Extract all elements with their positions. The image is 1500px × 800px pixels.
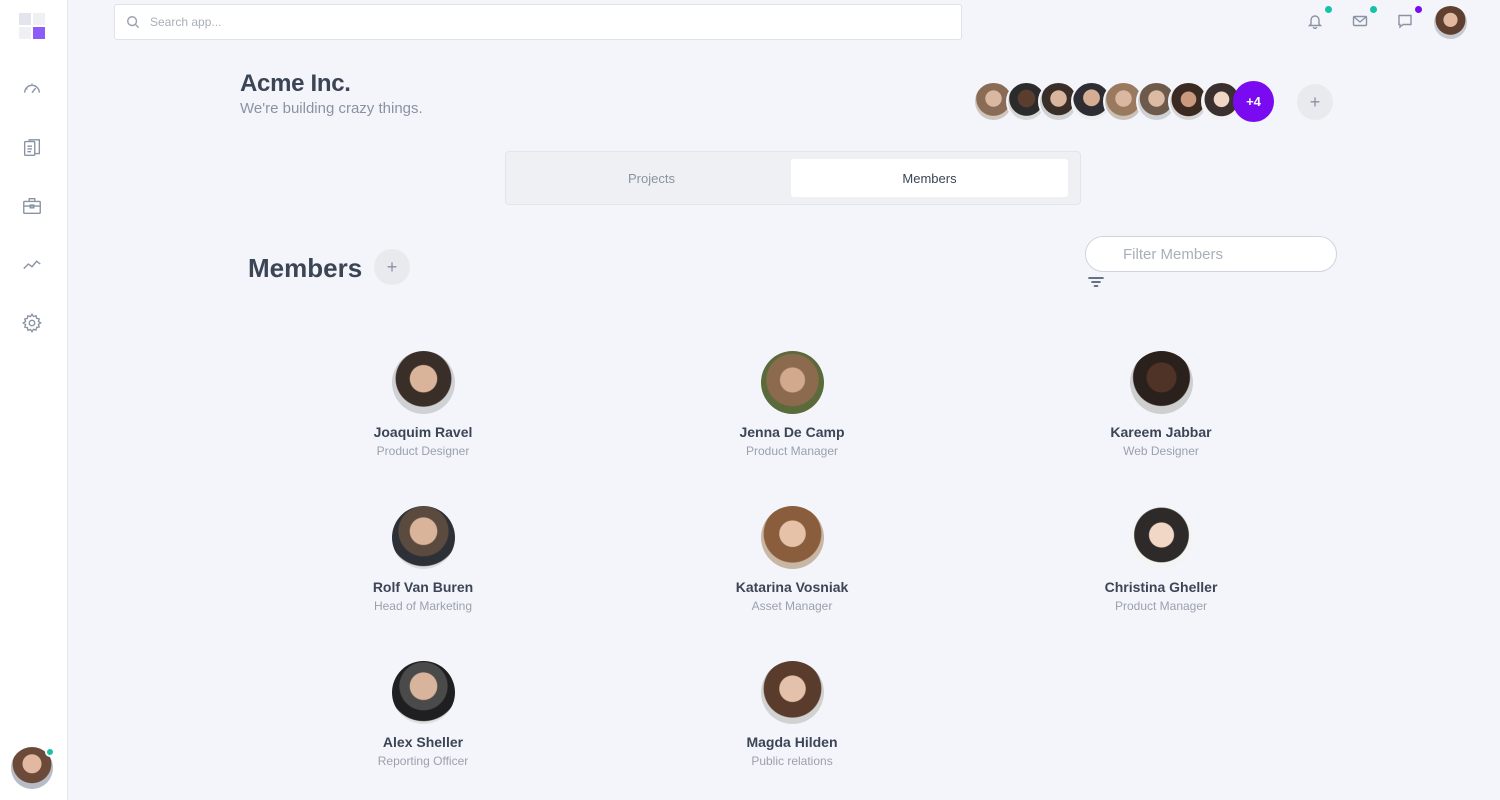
member-avatar <box>760 351 824 414</box>
member-name: Katarina Vosniak <box>735 579 849 595</box>
member-name: Kareem Jabbar <box>1110 424 1212 440</box>
app-search[interactable] <box>114 4 962 40</box>
chat-button[interactable] <box>1394 6 1422 32</box>
bell-icon <box>1307 15 1323 29</box>
mail-dot <box>1370 6 1377 13</box>
mail-button[interactable] <box>1349 6 1377 32</box>
member-avatar <box>391 661 455 724</box>
member-avatar <box>1129 506 1193 569</box>
notifications-button[interactable] <box>1304 6 1332 32</box>
chat-dot <box>1415 6 1422 13</box>
member-role: Asset Manager <box>751 599 833 613</box>
filter-icon[interactable] <box>1087 274 1105 290</box>
notification-dot <box>1325 6 1332 13</box>
add-team-member-button[interactable]: + <box>1297 84 1333 120</box>
member-card[interactable]: Jenna De Camp Product Manager <box>692 351 892 458</box>
member-card[interactable]: Rolf Van Buren Head of Marketing <box>323 506 523 613</box>
documents-icon[interactable] <box>20 136 44 160</box>
add-member-button[interactable]: + <box>374 249 410 285</box>
member-name: Christina Gheller <box>1104 579 1218 595</box>
member-avatar <box>760 661 824 724</box>
tab-projects[interactable]: Projects <box>513 159 790 197</box>
member-card[interactable]: Magda Hilden Public relations <box>692 661 892 768</box>
member-role: Web Designer <box>1123 444 1199 458</box>
member-name: Magda Hilden <box>746 734 838 750</box>
member-card[interactable]: Joaquim Ravel Product Designer <box>323 351 523 458</box>
mail-icon <box>1352 15 1368 27</box>
briefcase-icon[interactable] <box>20 194 44 218</box>
search-input[interactable] <box>150 15 930 29</box>
more-members-badge[interactable]: +4 <box>1233 81 1274 122</box>
user-avatar[interactable] <box>1434 6 1467 39</box>
search-icon <box>127 16 140 29</box>
member-avatar <box>760 506 824 569</box>
tab-members[interactable]: Members <box>791 159 1068 197</box>
sidebar <box>0 0 68 800</box>
company-tagline: We're building crazy things. <box>240 100 423 117</box>
member-avatar <box>391 506 455 569</box>
member-role: Reporting Officer <box>377 754 469 768</box>
member-role: Head of Marketing <box>373 599 473 613</box>
member-role: Public relations <box>751 754 833 768</box>
member-name: Joaquim Ravel <box>373 424 473 440</box>
member-role: Product Manager <box>1114 599 1208 613</box>
dashboard-icon[interactable] <box>20 77 44 101</box>
member-role: Product Designer <box>376 444 470 458</box>
current-user-avatar[interactable] <box>11 747 55 789</box>
members-section-title: Members <box>248 253 363 283</box>
chat-icon <box>1398 14 1412 29</box>
settings-icon[interactable] <box>20 311 44 335</box>
app-logo[interactable] <box>19 13 47 41</box>
filter-members[interactable] <box>1085 236 1337 272</box>
member-name: Alex Sheller <box>382 734 464 750</box>
member-name: Rolf Van Buren <box>372 579 474 595</box>
member-card[interactable]: Alex Sheller Reporting Officer <box>323 661 523 768</box>
member-card[interactable]: Kareem Jabbar Web Designer <box>1061 351 1261 458</box>
view-tabs: Projects Members <box>505 151 1081 205</box>
member-avatar <box>391 351 455 414</box>
member-role: Product Manager <box>745 444 839 458</box>
member-avatar <box>1129 351 1193 414</box>
member-card[interactable]: Katarina Vosniak Asset Manager <box>692 506 892 613</box>
filter-members-input[interactable] <box>1123 245 1323 263</box>
member-name: Jenna De Camp <box>739 424 845 440</box>
online-status-indicator <box>45 747 55 757</box>
analytics-icon[interactable] <box>20 252 44 276</box>
company-name: Acme Inc. <box>240 70 351 97</box>
member-card[interactable]: Christina Gheller Product Manager <box>1061 506 1261 613</box>
